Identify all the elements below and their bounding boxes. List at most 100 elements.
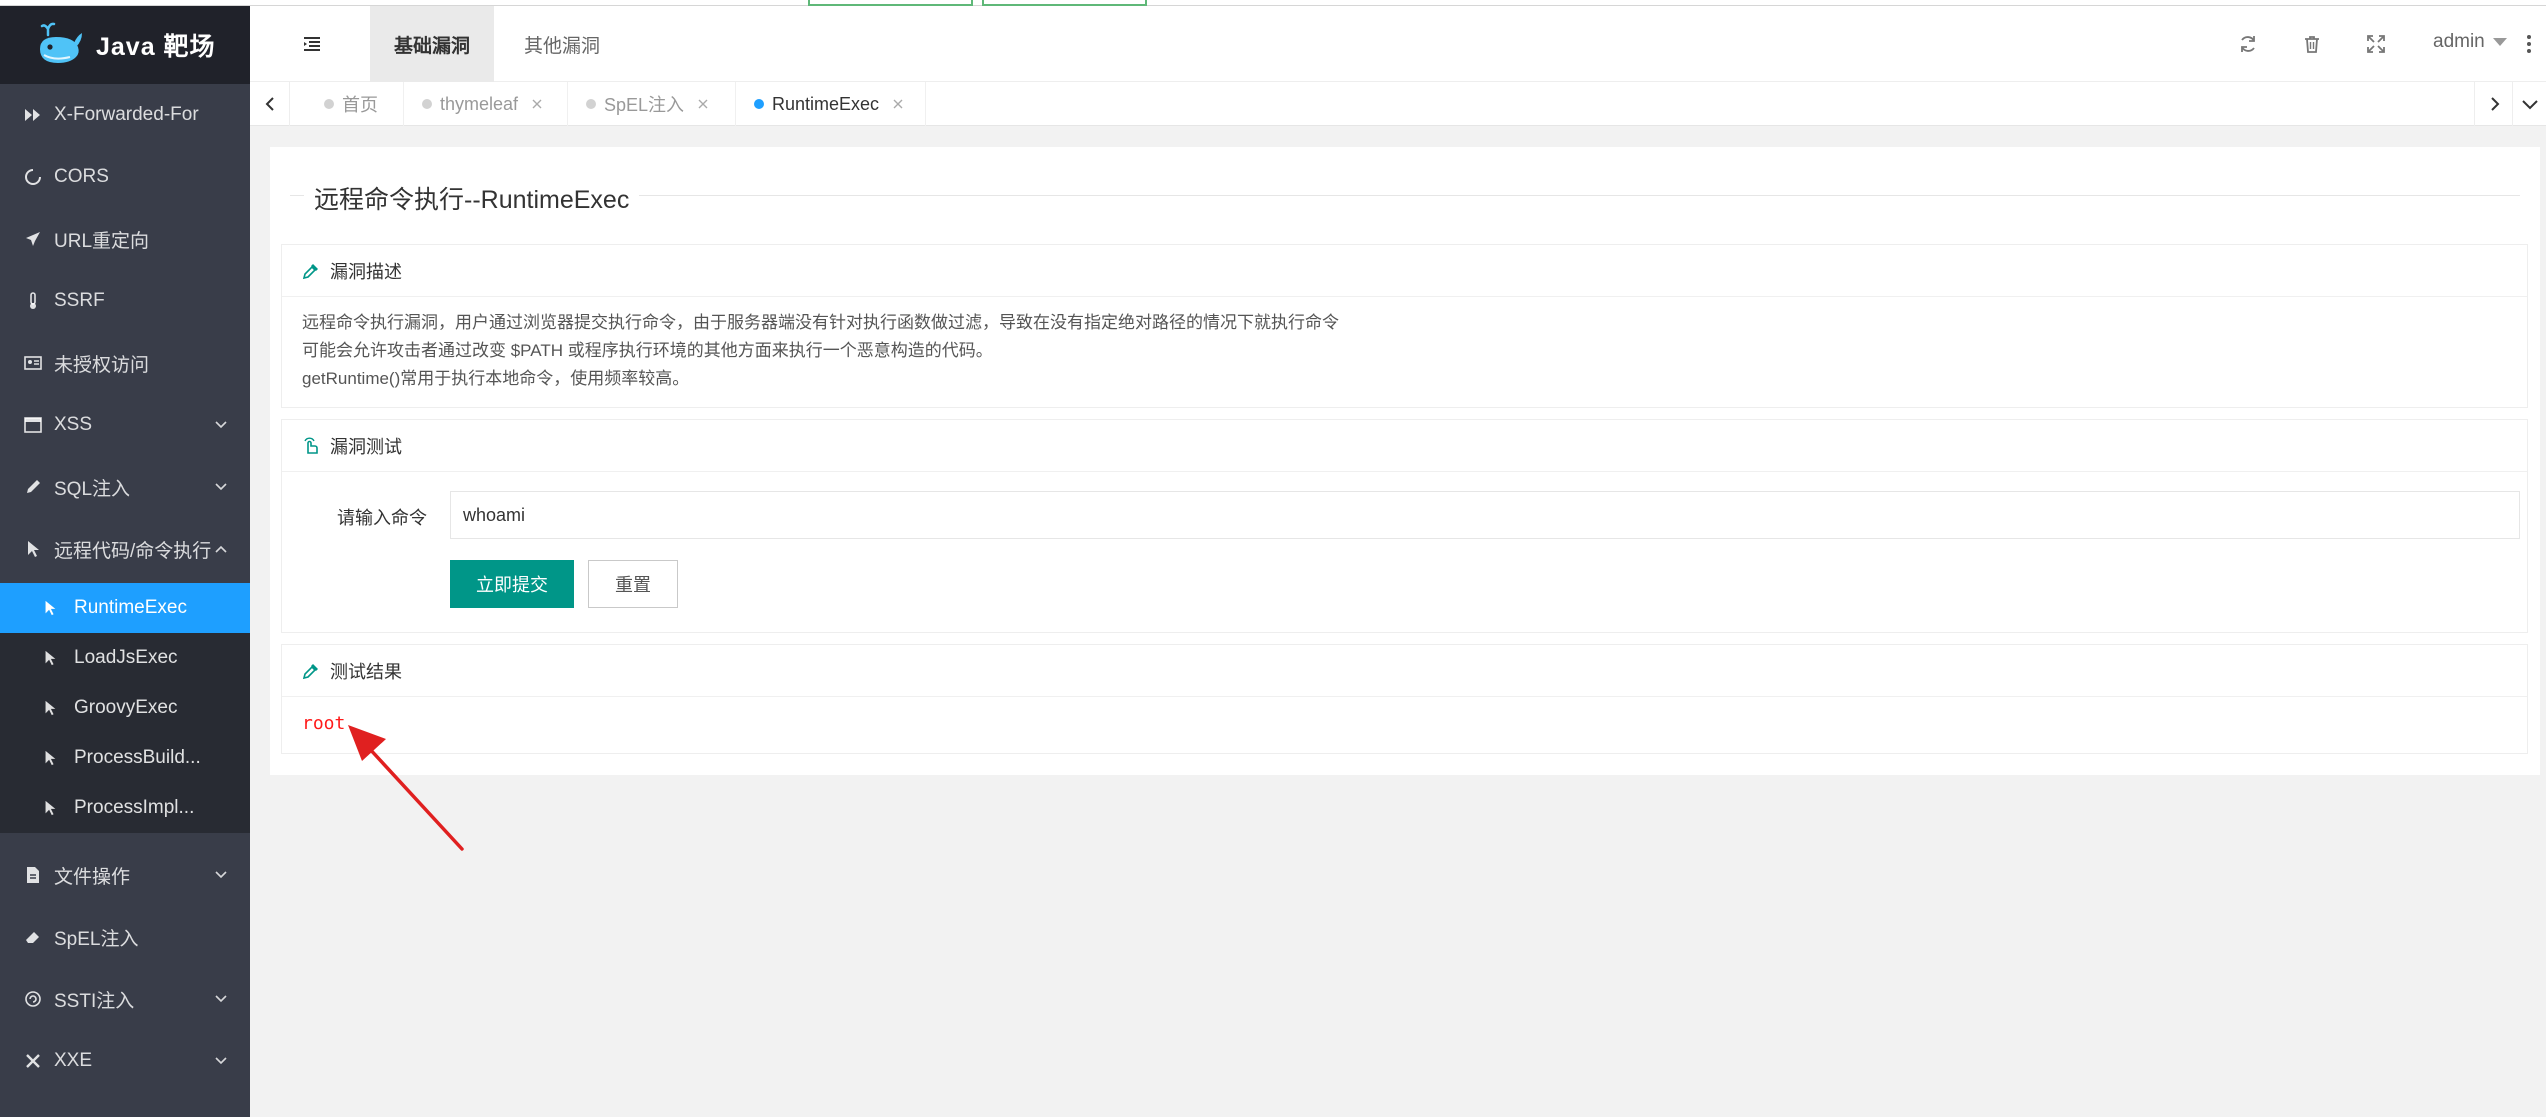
refresh-icon[interactable] bbox=[2238, 34, 2258, 54]
window-icon bbox=[24, 417, 42, 433]
trash-icon[interactable] bbox=[2302, 34, 2322, 54]
sidebar-item-label: CORS bbox=[54, 166, 109, 187]
chevron-down-icon bbox=[215, 483, 227, 491]
cursor-icon bbox=[45, 800, 56, 816]
sidebar-item-label: 远程代码/命令执行 bbox=[54, 540, 212, 562]
circle-refresh-icon bbox=[25, 169, 41, 185]
header-tab-basic[interactable]: 基础漏洞 bbox=[370, 6, 494, 82]
sidebar-item-rce[interactable]: 远程代码/命令执行 bbox=[0, 518, 250, 580]
header-tab-other[interactable]: 其他漏洞 bbox=[500, 6, 624, 82]
sidebar-subitem-runtimeexec[interactable]: RuntimeExec bbox=[0, 583, 250, 633]
sidebar-item-label: SpEL注入 bbox=[54, 928, 139, 950]
close-icon[interactable] bbox=[893, 99, 903, 109]
sidebar-item-label: SSRF bbox=[54, 290, 105, 311]
chevron-down-icon bbox=[215, 421, 227, 429]
page-tab-thymeleaf[interactable]: thymeleaf bbox=[404, 82, 568, 126]
page-tab-runtimeexec[interactable]: RuntimeExec bbox=[736, 82, 926, 126]
more-vertical-icon[interactable] bbox=[2526, 34, 2532, 54]
description-panel: 漏洞描述 远程命令执行漏洞，用户通过浏览器提交执行命令，由于服务器端没有针对执行… bbox=[281, 244, 2528, 408]
sidebar-item-ssti[interactable]: SSTI注入 bbox=[0, 968, 250, 1030]
tab-dot bbox=[324, 99, 334, 109]
tabs-scroll-left-button[interactable] bbox=[250, 82, 290, 126]
caret-down-icon bbox=[2492, 38, 2507, 46]
sidebar-item-label: XSS bbox=[54, 414, 93, 435]
thermometer-icon bbox=[30, 292, 36, 309]
sidebar-item-label: URL重定向 bbox=[54, 230, 150, 252]
sidebar-item-xxe[interactable]: XXE bbox=[0, 1030, 250, 1092]
tabs-dropdown-button[interactable] bbox=[2512, 82, 2546, 126]
sidebar-item-label: 文件操作 bbox=[54, 866, 131, 888]
sidebar-subitem-label: GroovyExec bbox=[74, 697, 178, 718]
sidebar-item-label: SQL注入 bbox=[54, 478, 131, 500]
hand-pointer-icon bbox=[304, 437, 318, 454]
close-icon[interactable] bbox=[698, 99, 708, 109]
page-tab-label: 首页 bbox=[342, 95, 378, 115]
sidebar-subitem-label: ProcessImpl... bbox=[74, 797, 195, 818]
page-tab-home[interactable]: 首页 bbox=[306, 82, 404, 126]
sidebar-item-xss[interactable]: XSS bbox=[0, 394, 250, 456]
close-icon[interactable] bbox=[532, 99, 542, 109]
browser-element-outline bbox=[982, 0, 1147, 6]
swirl-icon bbox=[25, 991, 41, 1007]
user-menu[interactable]: admin bbox=[2433, 31, 2507, 53]
dropper-icon bbox=[302, 663, 318, 679]
sidebar-item-x-forwarded-for[interactable]: X-Forwarded-For bbox=[0, 84, 250, 146]
sidebar-item-ssrf[interactable]: SSRF bbox=[0, 270, 250, 332]
page-tab-label: RuntimeExec bbox=[772, 93, 880, 114]
sidebar-subitem-label: RuntimeExec bbox=[74, 597, 187, 618]
page-title: 远程命令执行--RuntimeExec bbox=[304, 180, 640, 216]
result-heading: 测试结果 bbox=[330, 661, 402, 682]
sidebar-subitem-processimpl[interactable]: ProcessImpl... bbox=[0, 783, 250, 833]
cursor-icon bbox=[45, 750, 56, 766]
result-output: root bbox=[302, 713, 346, 734]
description-line: 远程命令执行漏洞，用户通过浏览器提交执行命令，由于服务器端没有针对执行函数做过滤… bbox=[302, 313, 1339, 332]
chevron-down-icon bbox=[215, 871, 227, 879]
tab-dot bbox=[754, 99, 764, 109]
sidebar-item-unauthorized[interactable]: 未授权访问 bbox=[0, 332, 250, 394]
sidebar-subitem-groovyexec[interactable]: GroovyExec bbox=[0, 683, 250, 733]
content-card: 远程命令执行--RuntimeExec 漏洞描述 远程命令执行漏洞，用户通过浏览… bbox=[270, 147, 2540, 775]
description-line: getRuntime()常用于执行本地命令，使用频率较高。 bbox=[302, 369, 690, 388]
sidebar-item-sql-injection[interactable]: SQL注入 bbox=[0, 456, 250, 518]
command-input[interactable] bbox=[450, 491, 2520, 539]
sidebar-item-file-ops[interactable]: 文件操作 bbox=[0, 844, 250, 906]
reset-button[interactable]: 重置 bbox=[588, 560, 678, 608]
description-line: 可能会允许攻击者通过改变 $PATH 或程序执行环境的其他方面来执行一个恶意构造… bbox=[302, 341, 993, 360]
sidebar-item-cors[interactable]: CORS bbox=[0, 146, 250, 208]
tab-dot bbox=[586, 99, 596, 109]
sidebar-subitem-label: ProcessBuild... bbox=[74, 747, 201, 768]
sidebar-subitem-processbuilder[interactable]: ProcessBuild... bbox=[0, 733, 250, 783]
browser-top-strip bbox=[0, 0, 2546, 6]
sidebar-item-spel[interactable]: SpEL注入 bbox=[0, 906, 250, 968]
fullscreen-icon[interactable] bbox=[2366, 34, 2386, 54]
submit-button[interactable]: 立即提交 bbox=[450, 560, 574, 608]
cursor-icon bbox=[28, 541, 39, 557]
page-tab-label: thymeleaf bbox=[440, 93, 519, 114]
sidebar-item-label: XXE bbox=[54, 1050, 93, 1071]
sidebar-subitem-loadjsexec[interactable]: LoadJsExec bbox=[0, 633, 250, 683]
pen-icon bbox=[27, 480, 40, 493]
airplane-icon bbox=[26, 232, 40, 246]
dropper-icon bbox=[302, 263, 318, 279]
cursor-icon bbox=[45, 650, 56, 666]
id-card-icon bbox=[24, 356, 42, 370]
page-tabs-bar: 首页 thymeleaf SpEL注入 RuntimeExec bbox=[250, 82, 2546, 126]
top-header: 基础漏洞 其他漏洞 admin bbox=[250, 6, 2546, 82]
logo[interactable]: Java 靶场 bbox=[0, 6, 250, 84]
test-panel: 漏洞测试 请输入命令 立即提交 重置 bbox=[281, 419, 2528, 633]
wrench-cross-icon bbox=[26, 1054, 40, 1068]
sidebar-subitem-label: LoadJsExec bbox=[74, 647, 178, 668]
description-panel-header: 漏洞描述 bbox=[282, 245, 2527, 297]
description-text: 远程命令执行漏洞，用户通过浏览器提交执行命令，由于服务器端没有针对执行函数做过滤… bbox=[282, 297, 2527, 393]
test-heading: 漏洞测试 bbox=[330, 436, 402, 457]
whale-logo-icon bbox=[40, 22, 82, 63]
page-tab-spel[interactable]: SpEL注入 bbox=[568, 82, 736, 126]
test-panel-header: 漏洞测试 bbox=[282, 420, 2527, 472]
result-panel-header: 测试结果 bbox=[282, 645, 2527, 697]
sidebar: Java 靶场 X-Forwarded-For CORS URL重定向 SSRF… bbox=[0, 6, 250, 1117]
sidebar-item-label: 未授权访问 bbox=[54, 354, 150, 376]
tabs-scroll-right-button[interactable] bbox=[2474, 82, 2514, 126]
sidebar-item-url-redirect[interactable]: URL重定向 bbox=[0, 208, 250, 270]
menu-toggle-icon[interactable] bbox=[302, 34, 322, 54]
chevron-left-icon bbox=[265, 97, 274, 111]
